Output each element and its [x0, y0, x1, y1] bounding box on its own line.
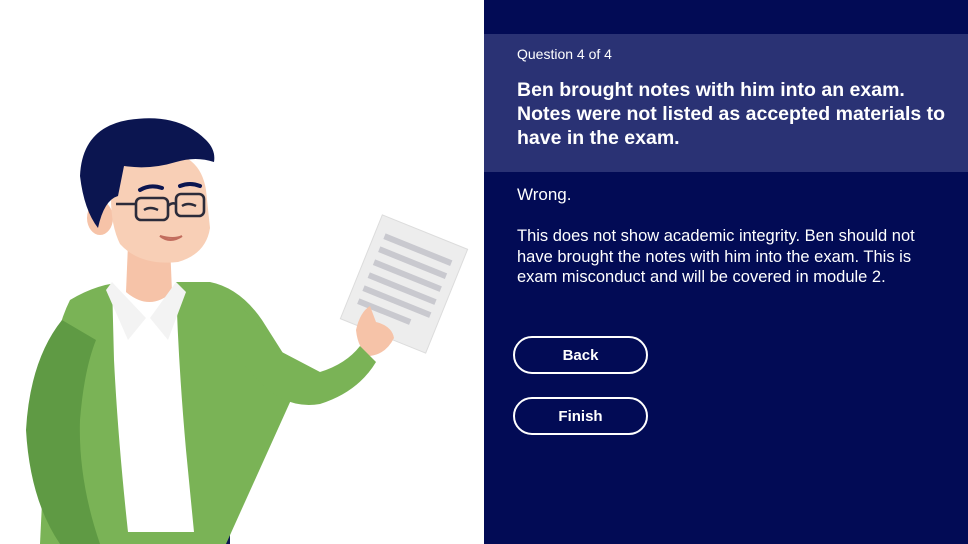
- question-box: Question 4 of 4 Ben brought notes with h…: [484, 34, 968, 172]
- feedback-title: Wrong.: [517, 185, 572, 204]
- illustration-panel: [0, 0, 484, 544]
- face: [111, 152, 210, 263]
- finish-button[interactable]: Finish: [513, 397, 648, 435]
- question-counter: Question 4 of 4: [517, 46, 612, 62]
- quiz-panel: Question 4 of 4 Ben brought notes with h…: [484, 0, 968, 544]
- back-button[interactable]: Back: [513, 336, 648, 374]
- student-illustration: [26, 118, 469, 544]
- feedback-text: This does not show academic integrity. B…: [517, 227, 915, 286]
- question-text: Ben brought notes with him into an exam.…: [517, 79, 946, 149]
